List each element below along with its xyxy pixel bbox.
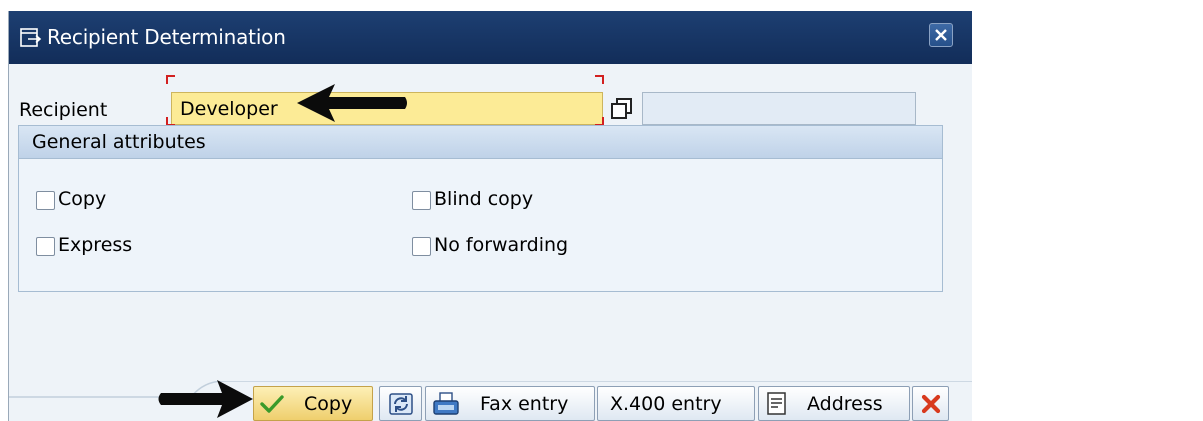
copy-checkbox[interactable] xyxy=(36,191,55,210)
copy-label: Copy xyxy=(58,188,107,210)
copy-button-label: Copy xyxy=(304,393,353,415)
dialog-title: Recipient Determination xyxy=(47,25,286,49)
close-icon xyxy=(935,29,947,41)
no-forwarding-checkbox[interactable] xyxy=(412,237,431,256)
group-header: General attributes xyxy=(19,126,942,159)
general-attributes-group: General attributes Copy Blind copy Expre… xyxy=(18,125,943,292)
address-button[interactable]: Address xyxy=(758,386,910,421)
address-icon xyxy=(767,392,786,415)
fax-entry-button[interactable]: Fax entry xyxy=(425,386,595,421)
address-button-label: Address xyxy=(807,393,883,415)
close-button[interactable] xyxy=(929,23,953,47)
recipient-label: Recipient xyxy=(19,99,108,121)
recipient-description-field xyxy=(642,92,916,125)
x400-entry-label: X.400 entry xyxy=(610,393,722,415)
cancel-button[interactable] xyxy=(912,386,949,421)
recipient-determination-dialog: Recipient Determination Recipient Genera… xyxy=(8,11,972,421)
window-icon xyxy=(20,28,42,47)
required-marker xyxy=(595,75,604,84)
required-marker xyxy=(166,75,175,84)
fax-icon xyxy=(433,392,459,415)
pointer-arrow xyxy=(297,84,407,122)
x400-entry-button[interactable]: X.400 entry xyxy=(597,386,755,421)
cancel-icon xyxy=(921,394,941,414)
value-help-icon[interactable] xyxy=(610,94,640,124)
no-forwarding-label: No forwarding xyxy=(434,234,569,256)
pointer-arrow xyxy=(158,380,253,418)
express-checkbox[interactable] xyxy=(36,237,55,256)
title-bar: Recipient Determination xyxy=(9,11,972,64)
group-title: General attributes xyxy=(32,131,206,153)
express-label: Express xyxy=(58,234,133,256)
fax-entry-label: Fax entry xyxy=(480,393,569,415)
refresh-icon xyxy=(389,393,413,415)
blind-copy-label: Blind copy xyxy=(434,188,534,210)
refresh-button[interactable] xyxy=(379,386,422,421)
copy-button[interactable]: Copy xyxy=(253,386,373,421)
blind-copy-checkbox[interactable] xyxy=(412,191,431,210)
check-icon xyxy=(260,395,284,413)
